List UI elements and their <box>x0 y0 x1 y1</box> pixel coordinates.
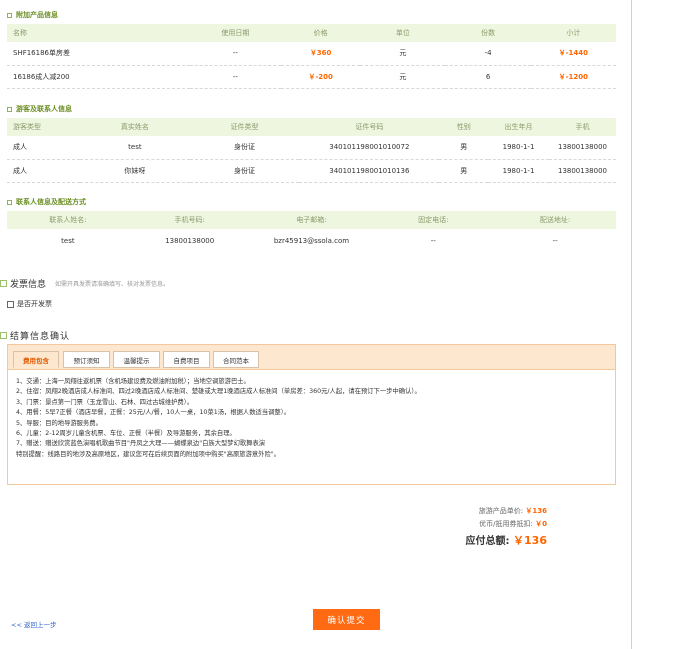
square-icon <box>7 106 12 112</box>
travelers-col-gender: 性别 <box>439 118 489 136</box>
traveler-birth: 1980-1-1 <box>488 159 549 183</box>
invoice-option-label: 是否开发票 <box>17 300 52 308</box>
invoice-option[interactable]: 是否开发票 <box>7 299 52 309</box>
note-line: 特别提醒：线路目的地涉及高原地区，建议您可在后续页面的附加项中购买"高原旅游意外… <box>16 450 280 458</box>
note-line: 6、儿童：2-12周岁儿童含机票、车位、正餐（半餐）及导游服务，其余自理。 <box>16 430 236 438</box>
addon-price: ￥-200 <box>281 65 361 89</box>
section-checkbox-icon <box>0 332 7 339</box>
addon-subtotal: ￥-1200 <box>530 65 616 89</box>
traveler-type: 成人 <box>7 159 81 183</box>
contact-table: 联系人姓名: 手机号码: 电子邮箱: 固定电话: 配送地址: test 1380… <box>7 211 616 252</box>
settlement-section-title: 结算信息确认 <box>0 329 70 342</box>
contact-col-mobile: 手机号码: <box>128 211 251 229</box>
traveler-name: test <box>80 136 190 160</box>
invoice-section-title: 发票信息 如需开具发票请准确填写、核对发票信息。 <box>0 277 169 290</box>
addon-name: 16186成人减200 <box>7 65 190 89</box>
addon-name: SHF16186单房差 <box>7 42 190 66</box>
note-line: 5、导服：目的地导游服务费。 <box>16 419 102 427</box>
travelers-section-title: 游客及联系人信息 <box>7 104 72 114</box>
traveler-gender: 男 <box>439 159 489 183</box>
addon-date: -- <box>189 65 282 89</box>
addon-unit: 元 <box>360 65 446 89</box>
back-link[interactable]: << 返回上一步 <box>11 619 56 629</box>
table-row: 成人 你妹呀 身份证 340101198001010136 男 1980-1-1… <box>7 159 616 183</box>
traveler-birth: 1980-1-1 <box>488 136 549 160</box>
unit-price-value: ￥136 <box>525 507 547 515</box>
square-icon <box>7 199 12 205</box>
addon-subtotal: ￥-1440 <box>530 42 616 66</box>
traveler-phone: 13800138000 <box>548 159 616 183</box>
addon-price: ￥360 <box>281 42 361 66</box>
traveler-phone: 13800138000 <box>548 136 616 160</box>
travelers-header-row: 游客类型 真实姓名 证件类型 证件号码 性别 出生年月 手机 <box>7 118 616 136</box>
contact-phone: -- <box>430 236 436 245</box>
order-confirm-page: 附加产品信息 名称 使用日期 价格 单位 份数 小计 SHF16186单房差 -… <box>0 0 632 649</box>
tab-tips[interactable]: 温馨提示 <box>113 351 160 368</box>
unit-price: 旅游产品单价: ￥136 <box>478 507 547 515</box>
contact-header-row: 联系人姓名: 手机号码: 电子邮箱: 固定电话: 配送地址: <box>7 211 616 229</box>
contact-col-name: 联系人姓名: <box>7 211 129 229</box>
table-row: SHF16186单房差 -- ￥360 元 -4 ￥-1440 <box>7 42 616 66</box>
contact-email: bzr45913@ssola.com <box>273 236 350 245</box>
traveler-idno: 340101198001010072 <box>299 136 440 160</box>
coupon-value: ￥0 <box>535 520 547 528</box>
note-line: 4、用餐：5早7正餐（酒店早餐，正餐：25元/人/餐，10人一桌，10菜1汤，根… <box>16 409 291 417</box>
addon-qty: -4 <box>445 42 531 66</box>
traveler-name: 你妹呀 <box>80 159 190 183</box>
total-value: ￥136 <box>513 534 547 547</box>
section-checkbox-icon <box>0 280 7 287</box>
table-row: 16186成人减200 -- ￥-200 元 6 ￥-1200 <box>7 65 616 89</box>
contact-col-email: 电子邮箱: <box>250 211 373 229</box>
table-row: test 13800138000 bzr45913@ssola.com -- -… <box>7 229 616 252</box>
fees-included-panel: 1、交通：上海一凤翔往返机票（含机场建设费及燃油附加税）；当地空调旅游巴士。 2… <box>7 369 616 485</box>
travelers-col-phone: 手机 <box>548 118 616 136</box>
addon-header-row: 名称 使用日期 价格 单位 份数 小计 <box>7 24 616 42</box>
note-line: 7、赠送：赠送欣赏蓝色演唱机歌曲节目"丹凤之大理——蝴蝶泉边"白族大型梦幻歌舞表… <box>16 440 266 448</box>
settlement-tabs: 费用包含 预订须知 温馨提示 自费项目 合同范本 <box>7 344 616 369</box>
addon-table: 名称 使用日期 价格 单位 份数 小计 SHF16186单房差 -- ￥360 … <box>7 24 616 89</box>
traveler-idno: 340101198001010136 <box>299 159 440 183</box>
traveler-gender: 男 <box>439 136 489 160</box>
travelers-col-idtype: 证件类型 <box>189 118 300 136</box>
travelers-table: 游客类型 真实姓名 证件类型 证件号码 性别 出生年月 手机 成人 test 身… <box>7 118 616 183</box>
note-line: 2、住宿：凤翔2晚酒店成人标准间、四过2晚酒店成人标准间、楚雄或大理1晚酒店成人… <box>16 388 421 396</box>
total-amount: 应付总额: ￥136 <box>465 534 547 547</box>
traveler-idtype: 身份证 <box>189 136 300 160</box>
traveler-type: 成人 <box>7 136 81 160</box>
travelers-col-idno: 证件号码 <box>299 118 440 136</box>
invoice-checkbox[interactable] <box>7 300 14 308</box>
addon-col-subtotal: 小计 <box>530 24 616 42</box>
tab-booking-notes[interactable]: 预订须知 <box>63 351 110 368</box>
contact-address: -- <box>552 236 558 245</box>
addon-section-title: 附加产品信息 <box>7 10 58 20</box>
tab-self-pay[interactable]: 自费项目 <box>163 351 210 368</box>
addon-col-qty: 份数 <box>445 24 531 42</box>
traveler-idtype: 身份证 <box>189 159 300 183</box>
invoice-hint: 如需开具发票请准确填写、核对发票信息。 <box>55 281 170 288</box>
addon-date: -- <box>189 42 282 66</box>
contact-col-address: 配送地址: <box>494 211 616 229</box>
contact-col-phone: 固定电话: <box>372 211 495 229</box>
addon-qty: 6 <box>445 65 531 89</box>
tab-fees-included[interactable]: 费用包含 <box>13 351 59 368</box>
contact-section-title: 联系人信息及配送方式 <box>7 197 86 207</box>
table-row: 成人 test 身份证 340101198001010072 男 1980-1-… <box>7 136 616 160</box>
addon-col-price: 价格 <box>281 24 361 42</box>
travelers-col-birth: 出生年月 <box>488 118 549 136</box>
contact-mobile: 13800138000 <box>165 236 215 245</box>
note-line: 3、门票：景点第一门票（玉龙雪山、石林、四过古城维护费）。 <box>16 398 194 406</box>
note-line: 1、交通：上海一凤翔往返机票（含机场建设费及燃油附加税）；当地空调旅游巴士。 <box>16 378 250 385</box>
travelers-col-name: 真实姓名 <box>80 118 190 136</box>
square-icon <box>7 12 12 18</box>
travelers-col-type: 游客类型 <box>7 118 81 136</box>
contact-name: test <box>61 236 75 245</box>
addon-col-name: 名称 <box>7 24 190 42</box>
coupon-deduction: 优币/抵用券抵扣: ￥0 <box>479 520 547 528</box>
addon-col-date: 使用日期 <box>189 24 282 42</box>
addon-col-unit: 单位 <box>360 24 446 42</box>
addon-unit: 元 <box>360 42 446 66</box>
submit-button[interactable]: 确认提交 <box>313 609 380 630</box>
tab-contract[interactable]: 合同范本 <box>213 351 259 368</box>
